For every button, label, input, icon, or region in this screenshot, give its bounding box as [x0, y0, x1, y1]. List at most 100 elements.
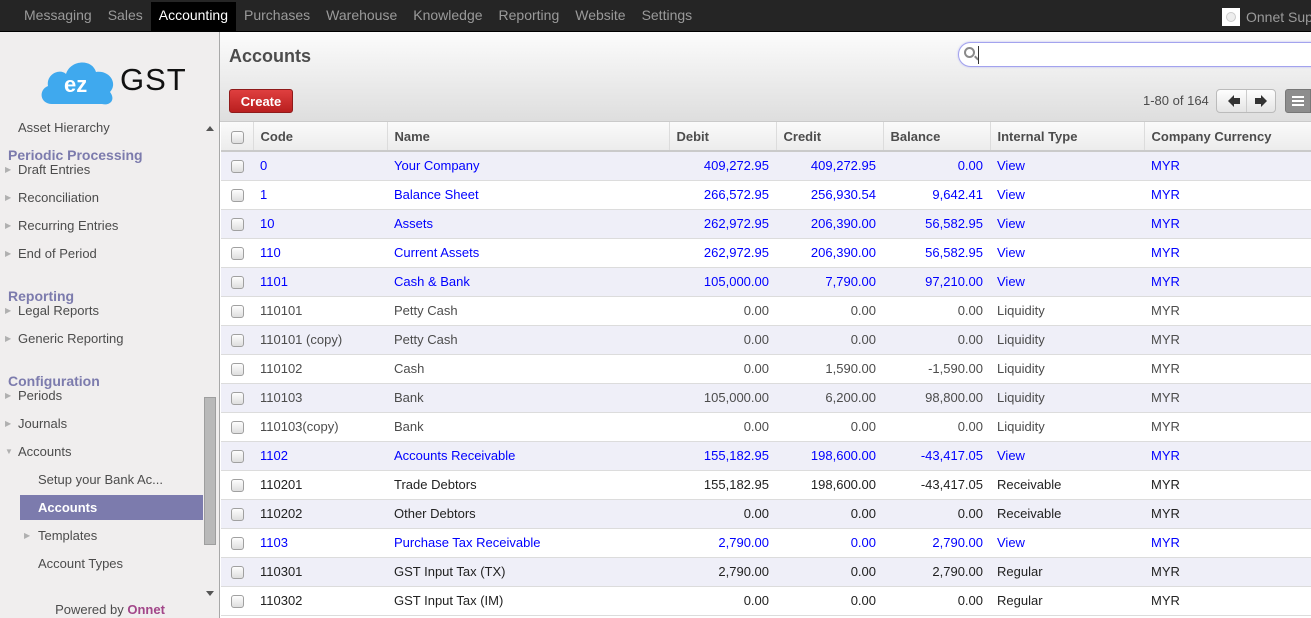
cell-company-currency[interactable]: MYR — [1144, 441, 1311, 471]
cell-debit[interactable]: 266,572.95 — [669, 180, 776, 210]
cell-internal-type[interactable]: Regular — [990, 557, 1144, 587]
row-checkbox[interactable] — [231, 537, 244, 551]
row-checkbox[interactable] — [231, 189, 244, 203]
cell-credit[interactable]: 0.00 — [776, 586, 883, 616]
sidebar-item-accounts[interactable]: ▼ Accounts — [0, 439, 203, 464]
cell-company-currency[interactable]: MYR — [1144, 499, 1311, 529]
caret-right-icon[interactable]: ▶ — [5, 411, 11, 436]
cell-code[interactable]: 110102 — [253, 354, 387, 384]
sidebar-item-generic-reporting[interactable]: ▶ Generic Reporting — [0, 326, 203, 351]
cell-code[interactable]: 110101 (copy) — [253, 325, 387, 355]
cell-company-currency[interactable]: MYR — [1144, 296, 1311, 326]
cell-code[interactable]: 110101 — [253, 296, 387, 326]
row-checkbox[interactable] — [231, 247, 244, 261]
cell-code[interactable]: 110103 — [253, 383, 387, 413]
scroll-up-icon[interactable] — [206, 126, 214, 131]
sidebar-item-asset-hierarchy[interactable]: Asset Hierarchy — [0, 117, 203, 140]
cell-balance[interactable]: 2,790.00 — [883, 557, 990, 587]
row-checkbox[interactable] — [231, 160, 244, 174]
cell-internal-type[interactable]: View — [990, 267, 1144, 297]
cell-debit[interactable]: 155,182.95 — [669, 470, 776, 500]
cell-code[interactable]: 1103 — [253, 528, 387, 558]
cell-company-currency[interactable]: MYR — [1144, 151, 1311, 181]
cell-name[interactable]: Other Debtors — [387, 499, 669, 529]
table-row[interactable]: 0 Your Company 409,272.95 409,272.95 0.00 Vie… — [221, 151, 1311, 181]
search-box[interactable] — [958, 42, 1311, 67]
cell-internal-type[interactable]: Receivable — [990, 499, 1144, 529]
cell-name[interactable]: Bank — [387, 383, 669, 413]
sidebar-item-accounts[interactable]: Accounts — [20, 495, 203, 520]
cell-name[interactable]: Balance Sheet — [387, 180, 669, 210]
cell-balance[interactable]: 98,800.00 — [883, 383, 990, 413]
cell-name[interactable]: Assets — [387, 209, 669, 239]
cell-internal-type[interactable]: View — [990, 209, 1144, 239]
cell-debit[interactable]: 2,790.00 — [669, 528, 776, 558]
cell-balance[interactable]: -1,590.00 — [883, 354, 990, 384]
table-row[interactable]: 110101 Petty Cash 0.00 0.00 0.00 Liquidity MYR — [221, 296, 1311, 326]
cell-balance[interactable]: 0.00 — [883, 412, 990, 442]
column-header-code[interactable]: Code — [252, 122, 387, 152]
caret-right-icon[interactable]: ▶ — [5, 185, 11, 210]
cell-internal-type[interactable]: View — [990, 441, 1144, 471]
cell-credit[interactable]: 1,590.00 — [776, 354, 883, 384]
sidebar-item-recurring-entries[interactable]: ▶ Recurring Entries — [0, 213, 203, 238]
table-row[interactable]: 110103(copy) Bank 0.00 0.00 0.00 Liquidity MYR — [221, 412, 1311, 442]
cell-internal-type[interactable]: Liquidity — [990, 325, 1144, 355]
cell-balance[interactable]: 9,642.41 — [883, 180, 990, 210]
top-menu-settings[interactable]: Settings — [634, 0, 701, 31]
cell-name[interactable]: Cash & Bank — [387, 267, 669, 297]
sidebar-item-periods[interactable]: ▶ Periods — [0, 383, 203, 408]
cell-internal-type[interactable]: View — [990, 151, 1144, 181]
cell-debit[interactable]: 0.00 — [669, 586, 776, 616]
cell-code[interactable]: 1102 — [253, 441, 387, 471]
top-menu-warehouse[interactable]: Warehouse — [318, 0, 405, 31]
sidebar-scrollbar[interactable] — [203, 120, 217, 600]
cell-company-currency[interactable]: MYR — [1144, 470, 1311, 500]
row-checkbox[interactable] — [231, 450, 244, 464]
table-row[interactable]: 110103 Bank 105,000.00 6,200.00 98,800.00 Liq… — [221, 383, 1311, 413]
row-checkbox[interactable] — [231, 305, 244, 319]
pager-counter[interactable]: 1-80 of 164 — [1143, 93, 1209, 108]
sidebar-item-account-types[interactable]: Account Types — [0, 551, 203, 576]
cell-name[interactable]: GST Input Tax (TX) — [387, 557, 669, 587]
cell-name[interactable]: Bank — [387, 412, 669, 442]
search-input[interactable] — [978, 46, 1308, 64]
column-header-balance[interactable]: Balance — [882, 122, 990, 152]
caret-right-icon[interactable]: ▶ — [5, 383, 11, 408]
cell-balance[interactable]: 2,790.00 — [883, 528, 990, 558]
cell-credit[interactable]: 6,200.00 — [776, 383, 883, 413]
cell-name[interactable]: Accounts Receivable — [387, 441, 669, 471]
cell-internal-type[interactable]: View — [990, 180, 1144, 210]
table-row[interactable]: 1 Balance Sheet 266,572.95 256,930.54 9,642.… — [221, 180, 1311, 210]
scroll-down-icon[interactable] — [206, 591, 214, 596]
cell-credit[interactable]: 0.00 — [776, 557, 883, 587]
caret-right-icon[interactable]: ▶ — [5, 157, 11, 182]
cell-company-currency[interactable]: MYR — [1144, 383, 1311, 413]
cell-debit[interactable]: 262,972.95 — [669, 238, 776, 268]
user-menu[interactable]: Onnet Supp — [1222, 8, 1311, 26]
top-menu-messaging[interactable]: Messaging — [16, 0, 100, 31]
column-header-name[interactable]: Name — [386, 122, 669, 152]
cell-name[interactable]: Purchase Tax Receivable — [387, 528, 669, 558]
cell-debit[interactable]: 0.00 — [669, 499, 776, 529]
cell-code[interactable]: 1101 — [253, 267, 387, 297]
cell-name[interactable]: Your Company — [387, 151, 669, 181]
table-row[interactable]: 110301 GST Input Tax (TX) 2,790.00 0.00 2,79… — [221, 557, 1311, 587]
cell-debit[interactable]: 155,182.95 — [669, 441, 776, 471]
cell-internal-type[interactable]: Liquidity — [990, 383, 1144, 413]
cell-debit[interactable]: 0.00 — [669, 325, 776, 355]
cell-balance[interactable]: 0.00 — [883, 586, 990, 616]
pager-previous-button[interactable] — [1217, 90, 1246, 112]
row-checkbox[interactable] — [231, 392, 244, 406]
cell-company-currency[interactable]: MYR — [1144, 586, 1311, 616]
cell-company-currency[interactable]: MYR — [1144, 180, 1311, 210]
column-header-company-currency[interactable]: Company Currency — [1143, 122, 1311, 152]
cell-balance[interactable]: 97,210.00 — [883, 267, 990, 297]
caret-right-icon[interactable]: ▶ — [5, 326, 11, 351]
cell-balance[interactable]: 0.00 — [883, 151, 990, 181]
cell-credit[interactable]: 0.00 — [776, 325, 883, 355]
scrollbar-thumb[interactable] — [204, 397, 216, 545]
caret-down-icon[interactable]: ▼ — [5, 439, 13, 464]
table-row[interactable]: 110201 Trade Debtors 155,182.95 198,600.00-… — [221, 470, 1311, 500]
table-row[interactable]: 110101 (copy) Petty Cash 0.00 0.00 0.00 Liqui… — [221, 325, 1311, 355]
